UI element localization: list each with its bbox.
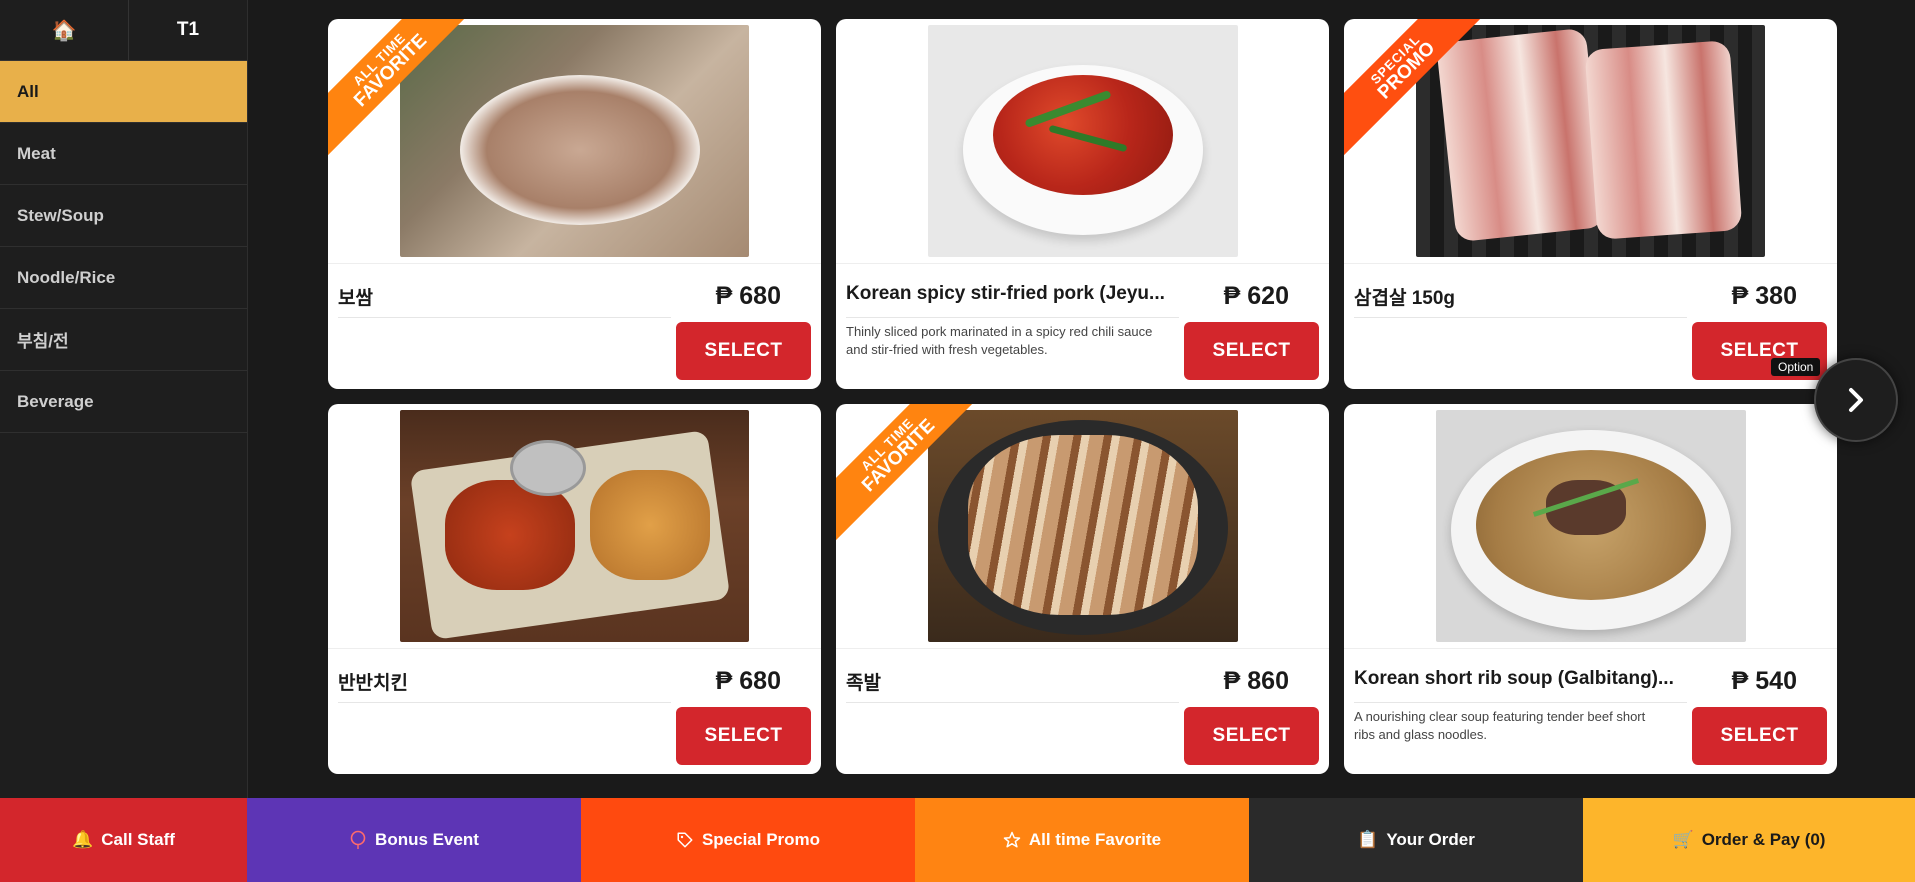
cart-icon: 🛒	[1672, 830, 1694, 849]
item-name: Korean short rib soup (Galbitang)...	[1354, 668, 1674, 689]
balloon-icon	[350, 830, 366, 849]
menu-card: SPECIAL PROMO 삼겹살 150g ₱ 380 SELECT	[1344, 19, 1837, 389]
item-name: 족발	[846, 673, 881, 694]
bonus-event-button[interactable]: Bonus Event	[247, 798, 581, 882]
divider	[846, 317, 1179, 318]
category-all[interactable]: All	[0, 61, 247, 123]
home-icon: 🏠	[51, 19, 77, 42]
table-number: T1	[176, 19, 200, 40]
special-promo-button[interactable]: Special Promo	[581, 798, 915, 882]
item-price: ₱ 540	[1731, 667, 1797, 695]
item-price: ₱ 680	[715, 282, 781, 310]
sidebar-header: 🏠 T1	[0, 0, 247, 61]
item-name: 삼겹살 150g	[1354, 288, 1456, 309]
item-name: Korean spicy stir-fried pork (Jeyu...	[846, 283, 1165, 304]
tag-icon	[677, 832, 693, 848]
item-description: A nourishing clear soup featuring tender…	[1354, 709, 1646, 742]
category-stew-soup[interactable]: Stew/Soup	[0, 185, 247, 247]
divider	[338, 317, 671, 318]
divider	[1354, 702, 1687, 703]
divider	[338, 702, 671, 703]
bell-icon: 🔔	[72, 830, 94, 849]
food-photo	[1435, 410, 1746, 642]
menu-card: 반반치킨 ₱ 680 SELECT	[328, 404, 821, 774]
item-price: ₱ 380	[1731, 282, 1797, 310]
category-meat[interactable]: Meat	[0, 123, 247, 185]
select-button[interactable]: SELECT	[1184, 322, 1319, 380]
menu-card: Korean short rib soup (Galbitang)... ₱ 5…	[1344, 404, 1837, 774]
divider	[846, 702, 1179, 703]
clipboard-icon: 📋	[1357, 830, 1379, 849]
item-name: 반반치킨	[338, 673, 408, 694]
select-button[interactable]: SELECT	[1184, 707, 1319, 765]
select-button[interactable]: SELECT	[676, 322, 811, 380]
food-photo	[927, 25, 1238, 257]
menu-card: ALL TIME FAVORITE 보쌈 ₱ 680 SELECT	[328, 19, 821, 389]
item-description: Thinly sliced pork marinated in a spicy …	[846, 324, 1153, 357]
star-icon	[1003, 831, 1021, 848]
category-sidebar: 🏠 T1 All Meat Stew/Soup Noodle/Rice 부침/전…	[0, 0, 248, 798]
your-order-button[interactable]: 📋 Your Order	[1249, 798, 1583, 882]
select-button[interactable]: SELECT	[676, 707, 811, 765]
select-button[interactable]: SELECT	[1692, 707, 1827, 765]
category-noodle-rice[interactable]: Noodle/Rice	[0, 247, 247, 309]
item-price: ₱ 860	[1223, 667, 1289, 695]
divider	[1354, 317, 1687, 318]
menu-card: Korean spicy stir-fried pork (Jeyu... ₱ …	[836, 19, 1329, 389]
call-staff-button[interactable]: 🔔 Call Staff	[0, 798, 247, 882]
home-button[interactable]: 🏠	[0, 0, 129, 60]
item-price: ₱ 680	[715, 667, 781, 695]
item-name: 보쌈	[338, 288, 373, 309]
food-photo	[400, 410, 749, 642]
all-time-favorite-ribbon: ALL TIME FAVORITE	[836, 404, 986, 545]
chevron-right-icon	[1849, 388, 1863, 412]
next-page-button[interactable]	[1814, 358, 1898, 442]
option-tooltip: Option	[1771, 358, 1821, 376]
bottom-action-bar: 🔔 Call Staff Bonus Event Special Promo A…	[0, 798, 1915, 882]
category-beverage[interactable]: Beverage	[0, 371, 247, 433]
all-time-favorite-button[interactable]: All time Favorite	[915, 798, 1249, 882]
all-time-favorite-ribbon: ALL TIME FAVORITE	[328, 19, 478, 160]
order-and-pay-button[interactable]: 🛒 Order & Pay (0)	[1583, 798, 1915, 882]
menu-card: ALL TIME FAVORITE 족발 ₱ 860 SELECT	[836, 404, 1329, 774]
special-promo-ribbon: SPECIAL PROMO	[1344, 19, 1494, 160]
item-price: ₱ 620	[1223, 282, 1289, 310]
category-buchim-jeon[interactable]: 부침/전	[0, 309, 247, 371]
